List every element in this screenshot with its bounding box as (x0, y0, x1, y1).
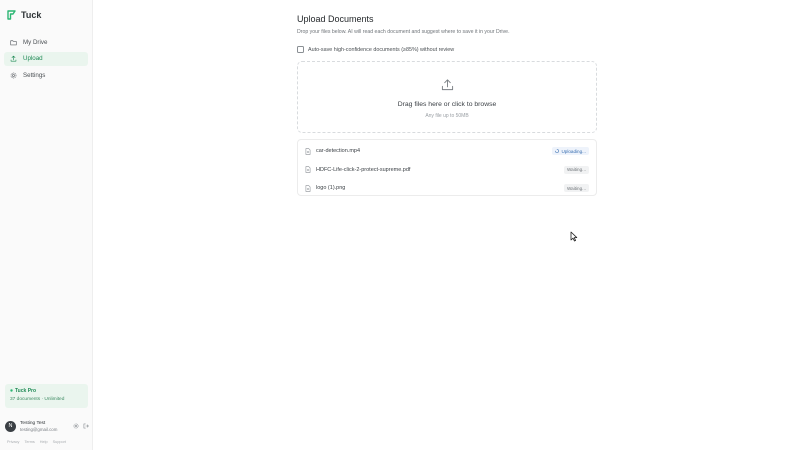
sidebar-item-label: Upload (23, 55, 43, 63)
avatar[interactable]: N (5, 420, 16, 432)
footer-links: Privacy Terms Help Support (7, 440, 66, 444)
user-actions (73, 423, 89, 429)
dropzone-label: Drag files here or click to browse (397, 101, 497, 108)
file-row[interactable]: car-detection.mp4 Uploading... (305, 142, 589, 161)
file-dropzone[interactable]: Drag files here or click to browse Any f… (297, 61, 597, 133)
sidebar: Tuck My Drive Upload Settings Tuck Pro 3… (0, 0, 93, 450)
pro-title: Tuck Pro (15, 388, 37, 394)
sidebar-item-my-drive[interactable]: My Drive (4, 35, 88, 49)
autosave-option[interactable]: Auto-save high-confidence documents (≥85… (297, 46, 597, 53)
footer-link-support[interactable]: Support (53, 440, 66, 444)
upload-icon (10, 55, 17, 62)
autosave-checkbox[interactable] (297, 46, 304, 53)
pro-plan-card[interactable]: Tuck Pro 37 documents · Unlimited (5, 384, 88, 408)
upload-file-list: car-detection.mp4 Uploading... HDFC-Life… (297, 139, 597, 196)
file-name: logo (1).png (316, 185, 346, 192)
footer-link-privacy[interactable]: Privacy (7, 440, 19, 444)
tuck-logo-icon (7, 10, 17, 20)
footer-link-terms[interactable]: Terms (24, 440, 34, 444)
file-name: HDFC-Life-click-2-protect-supreme.pdf (316, 166, 411, 173)
upload-icon (441, 78, 454, 96)
status-text: Uploading... (561, 148, 586, 154)
file-name: car-detection.mp4 (316, 148, 361, 155)
status-badge: Waiting... (564, 165, 589, 174)
dot-icon (10, 388, 13, 394)
pro-subtitle: 37 documents · Unlimited (10, 397, 65, 402)
sidebar-item-upload[interactable]: Upload (4, 51, 88, 66)
brand[interactable]: Tuck (7, 9, 41, 21)
logout-icon[interactable] (83, 423, 89, 429)
sidebar-item-label: Settings (23, 71, 46, 79)
pro-title-row: Tuck Pro (10, 388, 83, 394)
gear-icon (10, 72, 17, 79)
sidebar-item-label: My Drive (23, 38, 48, 46)
dropzone-hint: Any file up to 50MB (425, 113, 469, 119)
user-email: testing@gmail.com (20, 426, 58, 432)
user-name: Testing Test (20, 420, 46, 426)
user-info: Testing Test testing@gmail.com (20, 421, 73, 432)
file-icon (305, 166, 311, 174)
status-badge: Uploading... (552, 147, 589, 156)
user-profile: N Testing Test testing@gmail.com (5, 419, 89, 433)
folder-icon (10, 39, 17, 46)
app-name: Tuck (21, 10, 42, 20)
file-row[interactable]: HDFC-Life-click-2-protect-supreme.pdf Wa… (305, 161, 589, 180)
mouse-cursor-icon (570, 229, 578, 247)
page-subtitle: Drop your files below. AI will read each… (297, 29, 510, 35)
page-title: Upload Documents (297, 14, 374, 24)
footer-link-help[interactable]: Help (40, 440, 48, 444)
upload-page: Upload Documents Drop your files below. … (297, 14, 597, 196)
autosave-label: Auto-save high-confidence documents (≥85… (308, 46, 455, 53)
sidebar-item-settings[interactable]: Settings (4, 68, 88, 82)
status-badge: Waiting... (564, 184, 589, 193)
file-icon (305, 185, 311, 192)
gear-icon[interactable] (73, 423, 79, 429)
file-row[interactable]: logo (1).png Waiting... (305, 179, 589, 198)
file-icon (305, 148, 311, 155)
sidebar-nav: My Drive Upload Settings (4, 35, 88, 85)
spinner-icon (555, 149, 560, 154)
